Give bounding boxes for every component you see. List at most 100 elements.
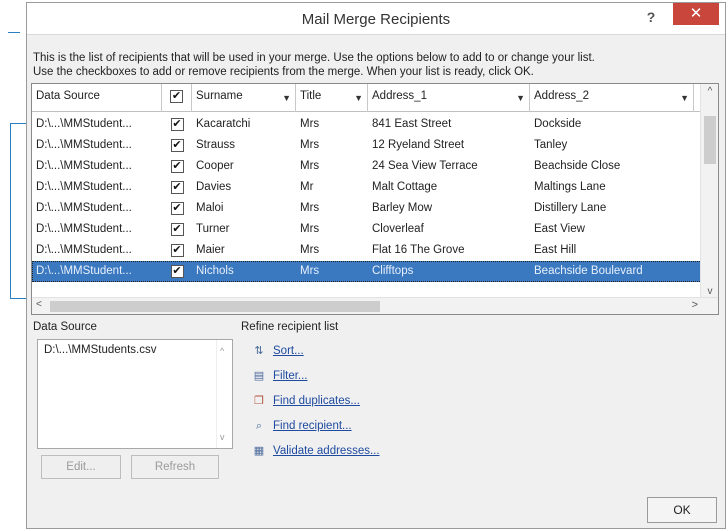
cell-surname: Maier: [196, 244, 225, 256]
cell-address2: East Hill: [534, 244, 577, 256]
recipient-checkbox[interactable]: ✔: [170, 160, 184, 173]
address2-dropdown-icon[interactable]: ▼: [680, 93, 689, 103]
table-row[interactable]: D:\...\MMStudent... ✔ Maloi Mrs Barley Mow Di…: [32, 198, 702, 219]
instructions-line-1: This is the list of recipients that will…: [33, 52, 595, 64]
row-checkbox-cell: ✔: [162, 240, 192, 261]
cell-title: Mrs: [300, 202, 320, 214]
validate-addresses-link[interactable]: ▦ Validate addresses...: [251, 444, 380, 462]
validate-addresses-icon: ▦: [253, 445, 265, 457]
recipient-checkbox[interactable]: ✔: [170, 181, 184, 194]
ok-button[interactable]: OK: [647, 497, 717, 523]
cell-address1: 841 East Street: [372, 118, 452, 130]
scroll-left-icon[interactable]: <: [36, 299, 42, 310]
column-header-address2[interactable]: Address_2 ▼: [530, 84, 694, 112]
cell-source: D:\...\MMStudent...: [36, 202, 132, 214]
cell-source: D:\...\MMStudent...: [36, 139, 132, 151]
cell-source: D:\...\MMStudent...: [36, 265, 132, 277]
cell-address1: Flat 16 The Grove: [372, 244, 465, 256]
cell-source: D:\...\MMStudent...: [36, 181, 132, 193]
horizontal-scrollbar[interactable]: < >: [32, 297, 718, 314]
title-dropdown-icon[interactable]: ▼: [354, 93, 363, 103]
find-duplicates-link[interactable]: ❐ Find duplicates...: [251, 394, 360, 412]
column-header-surname[interactable]: Surname ▼: [192, 84, 296, 112]
cell-address2: Maltings Lane: [534, 181, 606, 193]
find-recipient-link-text[interactable]: Find recipient...: [273, 420, 352, 432]
table-row[interactable]: D:\...\MMStudent... ✔ Cooper Mrs 24 Sea View…: [32, 156, 702, 177]
recipient-checkbox[interactable]: ✔: [170, 202, 184, 215]
row-checkbox-cell: ✔: [162, 261, 192, 282]
cell-address2: East View: [534, 223, 585, 235]
dialog-title: Mail Merge Recipients: [301, 11, 451, 28]
find-recipient-link[interactable]: ⌕ Find recipient...: [251, 419, 352, 437]
table-row[interactable]: D:\...\MMStudent... ✔ Kacaratchi Mrs 841 Eas…: [32, 114, 702, 135]
sort-link-text[interactable]: Sort...: [273, 345, 304, 357]
sort-link[interactable]: ⇅ Sort...: [251, 344, 304, 362]
cell-source: D:\...\MMStudent...: [36, 223, 132, 235]
cell-surname: Davies: [196, 181, 232, 193]
instructions-line-2: Use the checkboxes to add or remove reci…: [33, 66, 534, 78]
address1-dropdown-icon[interactable]: ▼: [516, 93, 525, 103]
cell-address2: Tanley: [534, 139, 568, 151]
vertical-scrollbar[interactable]: ^ v: [700, 84, 718, 299]
address1-header-label: Address_1: [372, 90, 427, 102]
column-header-data-source[interactable]: Data Source: [32, 84, 162, 112]
select-all-checkbox[interactable]: ✔: [170, 90, 183, 103]
cell-surname: Kacaratchi: [196, 118, 251, 130]
address2-header-label: Address_2: [534, 90, 589, 102]
data-source-scrollbar[interactable]: ^ v: [216, 340, 232, 448]
refine-recipient-list-label: Refine recipient list: [241, 321, 339, 333]
filter-link-text[interactable]: Filter...: [273, 370, 308, 382]
edit-button[interactable]: Edit...: [41, 455, 121, 479]
cell-address2: Beachside Boulevard: [534, 265, 643, 277]
recipient-checkbox[interactable]: ✔: [170, 118, 184, 131]
table-row[interactable]: D:\...\MMStudent... ✔ Davies Mr Malt Cottage…: [32, 177, 702, 198]
data-source-item[interactable]: D:\...\MMStudents.csv: [44, 344, 226, 356]
cell-surname: Cooper: [196, 160, 234, 172]
scroll-right-icon[interactable]: >: [692, 299, 698, 311]
scroll-down-icon[interactable]: v: [701, 286, 718, 297]
table-row[interactable]: D:\...\MMStudent... ✔ Strauss Mrs 12 Ryeland…: [32, 135, 702, 156]
title-bar: Mail Merge Recipients ? ✕: [27, 3, 725, 35]
cell-surname: Maloi: [196, 202, 224, 214]
validate-addresses-link-text[interactable]: Validate addresses...: [273, 445, 380, 457]
table-row[interactable]: D:\...\MMStudent... ✔ Maier Mrs Flat 16 The …: [32, 240, 702, 261]
cell-title: Mrs: [300, 118, 320, 130]
recipient-checkbox[interactable]: ✔: [170, 244, 184, 257]
cell-address1: Clifftops: [372, 265, 414, 277]
column-header-title[interactable]: Title ▼: [296, 84, 368, 112]
filter-link[interactable]: ▤ Filter...: [251, 369, 308, 387]
cell-address2: Beachside Close: [534, 160, 621, 172]
surname-dropdown-icon[interactable]: ▼: [282, 93, 291, 103]
scroll-down-icon[interactable]: v: [220, 432, 225, 442]
help-button[interactable]: ?: [641, 7, 661, 27]
close-button[interactable]: ✕: [673, 3, 719, 25]
callout-line-top: [0, 22, 20, 42]
column-header-address1[interactable]: Address_1 ▼: [368, 84, 530, 112]
cell-title: Mrs: [300, 265, 320, 277]
horizontal-scroll-thumb[interactable]: [50, 301, 380, 312]
recipients-grid: Data Source ✔ Surname ▼ Title ▼ Address_…: [31, 83, 719, 315]
grid-header: Data Source ✔ Surname ▼ Title ▼ Address_…: [32, 84, 702, 112]
scroll-up-icon[interactable]: ^: [220, 346, 224, 356]
table-row[interactable]: D:\...\MMStudent... ✔ Nichols Mrs Clifftops B…: [32, 261, 702, 282]
find-recipient-icon: ⌕: [255, 420, 263, 432]
recipient-checkbox[interactable]: ✔: [170, 265, 184, 278]
cell-source: D:\...\MMStudent...: [36, 244, 132, 256]
title-header-label: Title: [300, 90, 322, 102]
find-duplicates-link-text[interactable]: Find duplicates...: [273, 395, 360, 407]
cell-surname: Turner: [196, 223, 230, 235]
table-row[interactable]: D:\...\MMStudent... ✔ Turner Mrs Cloverleaf E…: [32, 219, 702, 240]
scroll-up-icon[interactable]: ^: [701, 86, 718, 97]
filter-icon: ▤: [253, 370, 265, 382]
cell-address2: Dockside: [534, 118, 582, 130]
recipient-checkbox[interactable]: ✔: [170, 223, 184, 236]
recipient-checkbox[interactable]: ✔: [170, 139, 184, 152]
cell-source: D:\...\MMStudent...: [36, 160, 132, 172]
cell-title: Mrs: [300, 223, 320, 235]
data-source-list[interactable]: D:\...\MMStudents.csv ^ v: [37, 339, 233, 449]
find-duplicates-icon: ❐: [254, 395, 264, 407]
vertical-scroll-thumb[interactable]: [704, 116, 716, 164]
column-header-checkbox[interactable]: ✔: [162, 84, 192, 112]
refresh-button[interactable]: Refresh: [131, 455, 219, 479]
row-checkbox-cell: ✔: [162, 177, 192, 198]
